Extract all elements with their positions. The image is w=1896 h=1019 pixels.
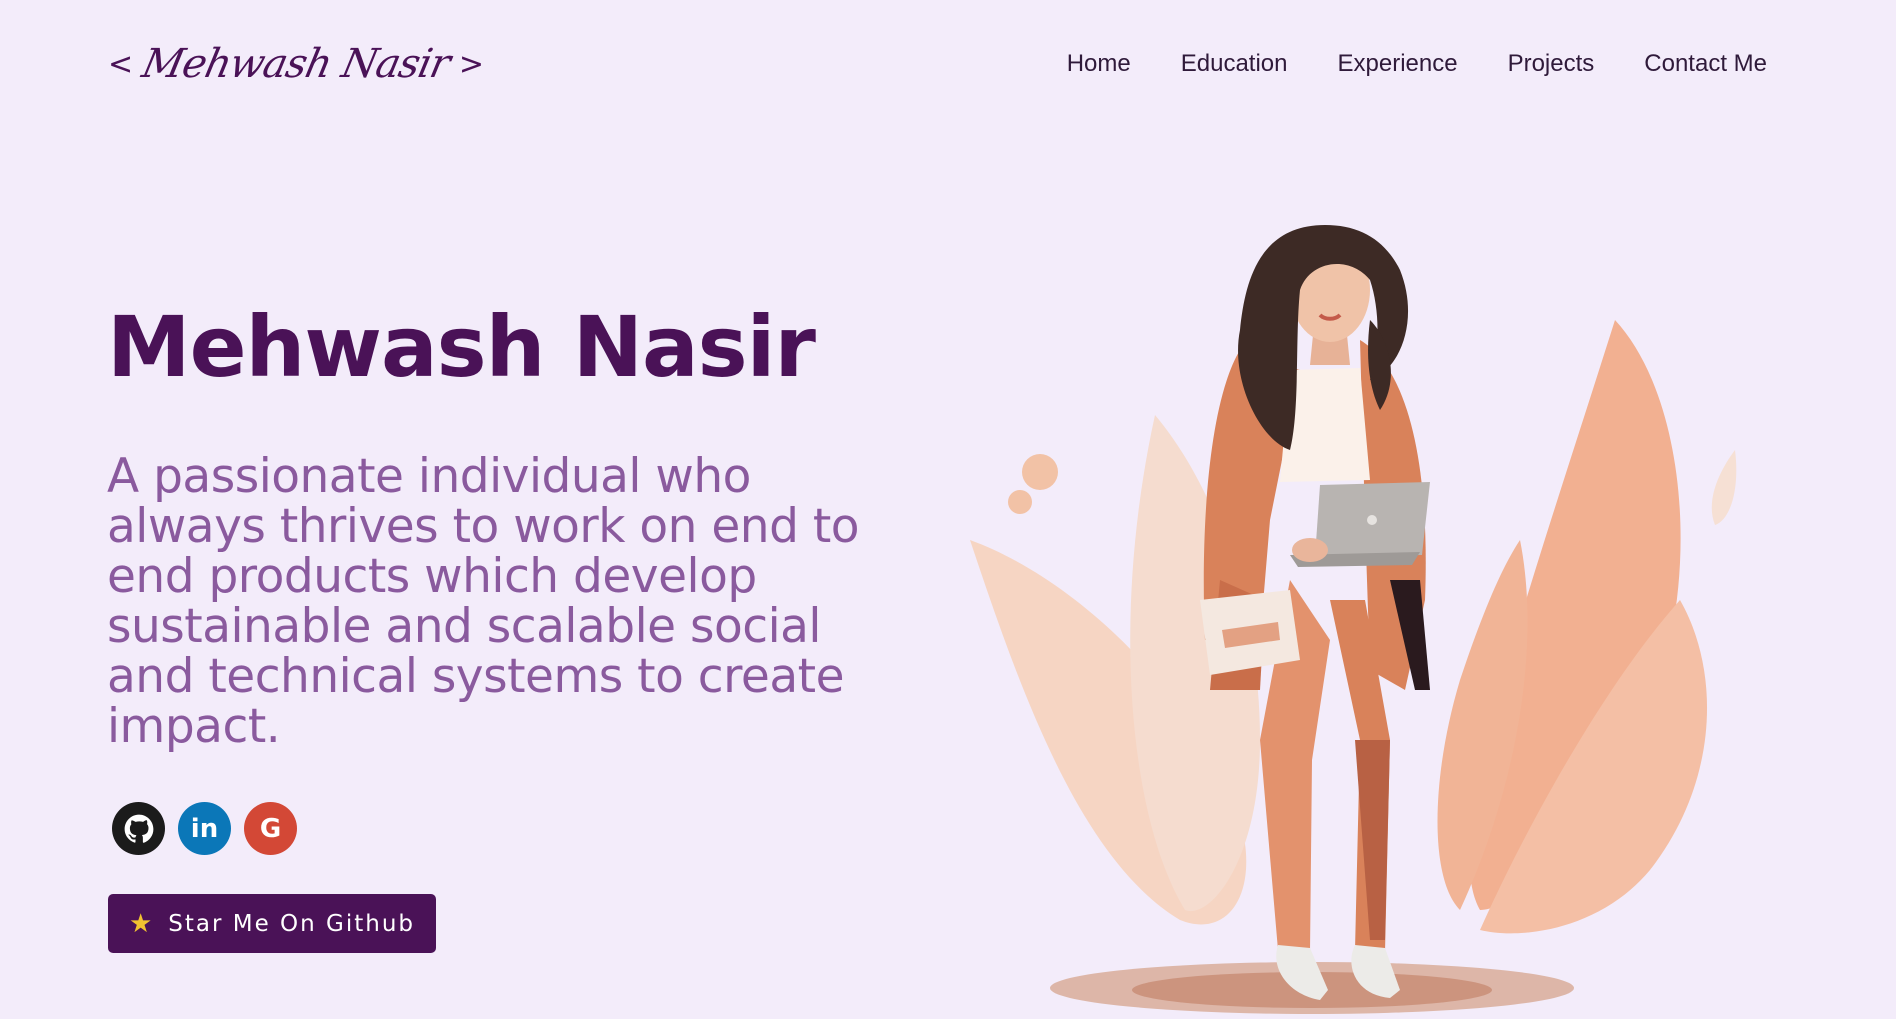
logo-close-bracket: > — [458, 46, 485, 82]
hero-description: A passionate individual who always thriv… — [107, 449, 860, 754]
star-button-label: Star Me On Github — [168, 910, 416, 937]
linkedin-link[interactable]: in — [178, 802, 231, 855]
nav-education[interactable]: Education — [1181, 46, 1288, 82]
nav-projects[interactable]: Projects — [1508, 46, 1595, 82]
hero-name: Mehwash Nasir — [107, 298, 816, 396]
logo-signature: Mehwash Nasir — [138, 41, 454, 87]
main-nav: Home Education Experience Projects Conta… — [1067, 46, 1767, 82]
nav-experience[interactable]: Experience — [1338, 46, 1458, 82]
star-on-github-button[interactable]: ★ Star Me On Github — [108, 894, 436, 953]
nav-contact-me[interactable]: Contact Me — [1644, 46, 1767, 82]
logo-open-bracket: < — [108, 46, 134, 82]
social-links: in G — [112, 802, 297, 855]
woman-with-laptop-illustration — [970, 225, 1737, 1014]
site-header: < Mehwash Nasir > Home Education Experie… — [0, 0, 1896, 130]
google-icon: G — [259, 813, 282, 844]
google-link[interactable]: G — [244, 802, 297, 855]
github-link[interactable] — [112, 802, 165, 855]
nav-home[interactable]: Home — [1067, 46, 1131, 82]
logo[interactable]: < Mehwash Nasir > — [108, 34, 484, 94]
github-icon — [124, 814, 153, 843]
star-icon: ★ — [128, 908, 155, 939]
linkedin-icon: in — [190, 813, 219, 844]
